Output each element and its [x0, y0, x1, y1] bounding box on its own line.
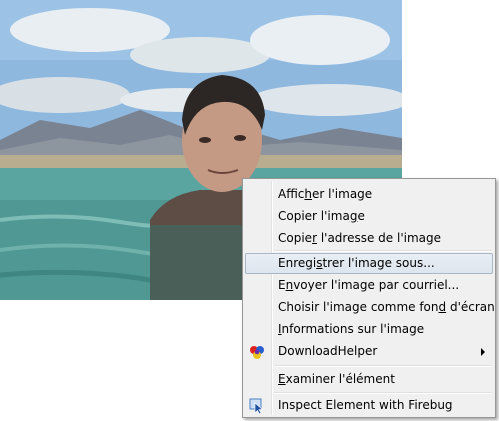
submenu-arrow-icon — [481, 348, 485, 356]
menu-item-set-as-wallpaper[interactable]: Choisir l'image comme fond d'écran — [245, 297, 495, 318]
menu-item-label: Informations sur l'image — [278, 322, 425, 336]
context-menu: Afficher l'image Copier l'image Copier l… — [242, 178, 496, 418]
firebug-inspect-icon — [249, 398, 264, 414]
menu-item-inspect-firebug[interactable]: Inspect Element with Firebug — [245, 395, 493, 416]
menu-item-downloadhelper[interactable]: DownloadHelper — [245, 341, 493, 362]
menu-item-copy-image-address[interactable]: Copier l'adresse de l'image — [245, 228, 493, 249]
menu-item-label: Examiner l'élément — [278, 372, 395, 386]
menu-item-label: Enregistrer l'image sous... — [278, 256, 435, 270]
menu-item-save-image-as[interactable]: Enregistrer l'image sous... — [245, 253, 493, 274]
menu-item-label: DownloadHelper — [278, 344, 378, 358]
menu-separator — [274, 250, 492, 252]
menu-item-label: Copier l'adresse de l'image — [278, 231, 441, 245]
menu-separator — [274, 392, 492, 394]
menu-item-label: Inspect Element with Firebug — [278, 398, 453, 412]
downloadhelper-icon — [250, 346, 264, 359]
menu-item-label: Afficher l'image — [278, 187, 373, 201]
menu-item-copy-image[interactable]: Copier l'image — [245, 206, 493, 227]
menu-item-email-image[interactable]: Envoyer l'image par courriel... — [245, 275, 493, 296]
menu-separator — [274, 365, 492, 367]
menu-item-label: Copier l'image — [278, 209, 365, 223]
menu-item-image-info[interactable]: Informations sur l'image — [245, 319, 493, 340]
menu-item-inspect-element[interactable]: Examiner l'élément — [245, 369, 493, 390]
menu-item-view-image[interactable]: Afficher l'image — [245, 184, 493, 205]
menu-item-label: Choisir l'image comme fond d'écran — [278, 300, 495, 314]
menu-item-label: Envoyer l'image par courriel... — [278, 278, 460, 292]
